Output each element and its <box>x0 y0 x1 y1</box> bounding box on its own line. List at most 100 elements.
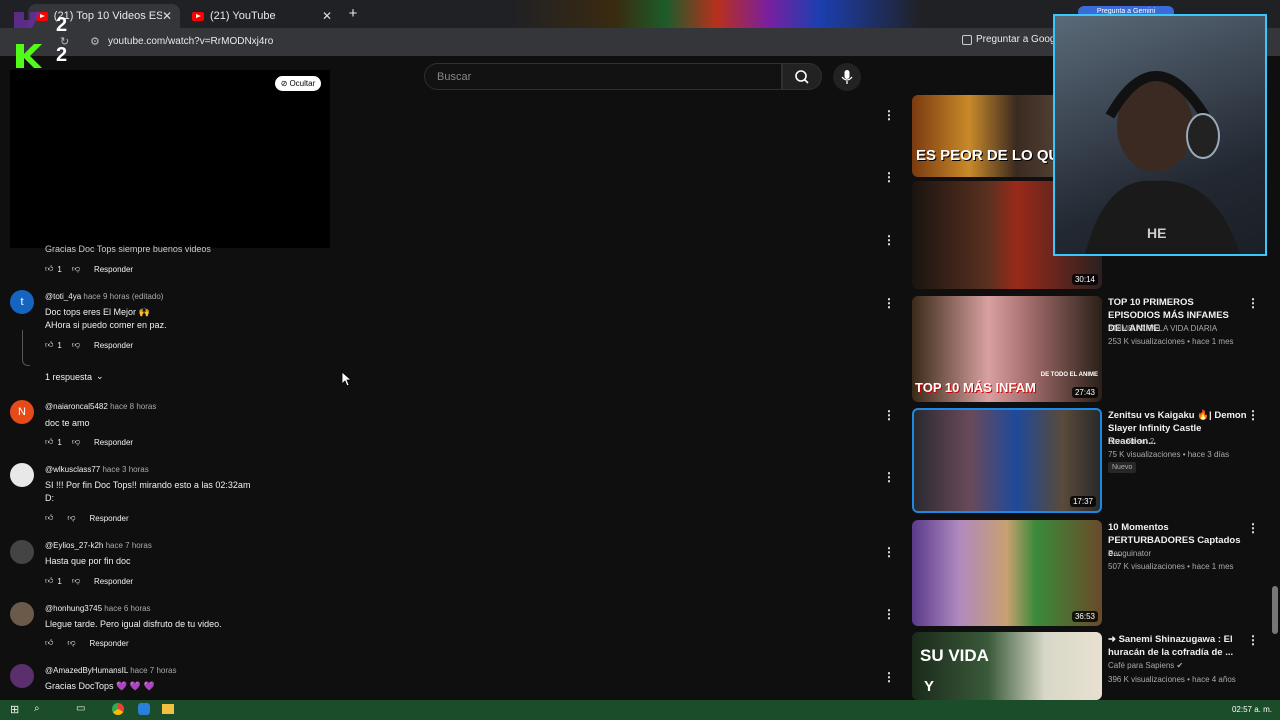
comment-header: @toti_4ya hace 9 horas (editado) <box>45 292 163 301</box>
comment-time: hace 9 horas (editado) <box>83 292 164 301</box>
more-options-icon[interactable]: ⋮ <box>883 408 895 422</box>
avatar[interactable] <box>10 664 34 688</box>
more-options-icon[interactable]: ⋮ <box>883 170 895 184</box>
thumbnail-subcaption: DE TODO EL ANIME <box>1040 372 1098 378</box>
mini-player[interactable] <box>10 70 330 248</box>
video-thumbnail[interactable]: 17:37 <box>912 408 1102 513</box>
taskbar: ⊞ ⌕ ▭ 02:57 a. m. <box>0 700 1280 720</box>
video-meta: 253 K visualizaciones • hace 1 mes <box>1108 337 1234 346</box>
like-icon[interactable]: 👍︎ <box>45 638 53 648</box>
like-icon[interactable]: 👍︎ <box>45 264 53 274</box>
reply-button[interactable]: Responder <box>94 577 133 586</box>
close-tab-icon[interactable]: ✕ <box>162 9 172 23</box>
comment-author[interactable]: @toti_4ya <box>45 292 81 301</box>
dislike-icon[interactable]: 👎︎ <box>67 513 75 523</box>
windows-start-icon[interactable]: ⊞ <box>10 703 19 716</box>
channel-name[interactable]: ANIME PARA LA VIDA DIARIA <box>1108 324 1217 333</box>
more-options-icon[interactable]: ⋮ <box>883 470 895 484</box>
comment-author[interactable]: @AmazedByHumansIL <box>45 666 128 675</box>
more-options-icon[interactable]: ⋮ <box>1247 408 1259 422</box>
voice-search-button[interactable] <box>833 63 861 91</box>
comment-actions: 👍︎ 👎︎ Responder <box>45 638 129 648</box>
thumbnail-caption: TOP 10 MÁS INFAM <box>915 380 1036 395</box>
like-count: 1 <box>57 576 62 586</box>
more-options-icon[interactable]: ⋮ <box>883 670 895 684</box>
comment-actions: 👍︎ 1 👎︎ Responder <box>45 264 133 274</box>
video-thumbnail[interactable]: SU VIDA Y <box>912 632 1102 700</box>
new-tab-button[interactable]: + <box>345 6 361 22</box>
overlay-count-bottom: 2 <box>56 44 68 66</box>
reply-button[interactable]: Responder <box>90 639 129 648</box>
like-icon[interactable]: 👍︎ <box>45 437 53 447</box>
close-tab-icon[interactable]: ✕ <box>322 9 332 23</box>
like-icon[interactable]: 👍︎ <box>45 340 53 350</box>
address-bar[interactable]: youtube.com/watch?v=RrMODNxj4ro <box>108 36 273 47</box>
comment-text: Gracias Doc Tops siempre buenos videos <box>45 244 211 254</box>
search-button[interactable] <box>782 63 822 90</box>
more-options-icon[interactable]: ⋮ <box>1247 633 1259 647</box>
thumbnail-subcaption: Y <box>924 678 935 695</box>
dislike-icon[interactable]: 👎︎ <box>72 576 80 586</box>
comment-text: Hasta que por fin doc <box>45 556 131 566</box>
replies-toggle[interactable]: 1 respuesta ⌄ <box>45 371 104 382</box>
tab-youtube[interactable]: (21) YouTube ✕ <box>184 4 340 28</box>
avatar[interactable]: N <box>10 400 34 424</box>
task-view-icon[interactable]: ▭ <box>76 703 85 714</box>
comment-text-line2: D: <box>45 493 54 503</box>
webcam-overlay: HE <box>1053 14 1267 256</box>
more-options-icon[interactable]: ⋮ <box>1247 521 1259 535</box>
comment-author[interactable]: @wlkusclass77 <box>45 465 100 474</box>
more-options-icon[interactable]: ⋮ <box>883 607 895 621</box>
more-options-icon[interactable]: ⋮ <box>1247 296 1259 310</box>
search-input[interactable] <box>435 64 765 89</box>
like-icon[interactable]: 👍︎ <box>45 576 53 586</box>
search-icon[interactable]: ⌕ <box>34 703 40 714</box>
dislike-icon[interactable]: 👎︎ <box>72 340 80 350</box>
page-scrollbar[interactable] <box>1270 56 1280 700</box>
comment-text: Doc tops eres El Mejor 🙌 <box>45 307 150 317</box>
reply-button[interactable]: Responder <box>94 341 133 350</box>
tab-title: (21) YouTube <box>210 10 276 22</box>
reply-button[interactable]: Responder <box>94 265 133 274</box>
dislike-icon[interactable]: 👎︎ <box>72 264 80 274</box>
more-options-icon[interactable]: ⋮ <box>883 108 895 122</box>
more-options-icon[interactable]: ⋮ <box>883 545 895 559</box>
like-icon[interactable]: 👍︎ <box>45 513 53 523</box>
more-options-icon[interactable]: ⋮ <box>883 296 895 310</box>
comment-author[interactable]: @Eylios_27-k2h <box>45 541 103 550</box>
more-options-icon[interactable]: ⋮ <box>883 233 895 247</box>
chrome-icon[interactable] <box>112 703 124 715</box>
channel-name[interactable]: Café para Sapiens ✔ <box>1108 661 1183 670</box>
ask-google-button[interactable]: Preguntar a Google <box>962 34 1063 45</box>
video-thumbnail[interactable]: 36:53 <box>912 520 1102 626</box>
site-info-icon[interactable]: ⚙ <box>90 35 100 48</box>
comment-header: @honhung3745 hace 6 horas <box>45 604 151 613</box>
channel-name[interactable]: Zero React 2 <box>1108 437 1154 446</box>
hide-button[interactable]: ⊘ Ocultar <box>275 76 321 91</box>
new-badge: Nuevo <box>1108 462 1137 473</box>
comment-time: hace 3 horas <box>102 465 149 474</box>
comment-time: hace 6 horas <box>104 604 151 613</box>
mouse-cursor-icon <box>341 371 353 387</box>
avatar[interactable] <box>10 602 34 626</box>
dislike-icon[interactable]: 👎︎ <box>72 437 80 447</box>
video-title[interactable]: ➜ Sanemi Shinazugawa : El huracán de la … <box>1108 633 1248 659</box>
app-icon[interactable] <box>138 703 150 715</box>
comment-author[interactable]: @naiaroncal5482 <box>45 402 108 411</box>
comment-text: SI !!! Por fin Doc Tops!! mirando esto a… <box>45 480 251 490</box>
channel-name[interactable]: Penguinator <box>1108 549 1151 558</box>
tab-title: (21) Top 10 Videos ESCALOFRIA <box>53 10 162 22</box>
avatar[interactable] <box>10 463 34 487</box>
video-thumbnail[interactable]: DE TODO EL ANIME TOP 10 MÁS INFAM 27:43 <box>912 296 1102 402</box>
file-explorer-icon[interactable] <box>162 704 174 714</box>
video-duration: 36:53 <box>1071 611 1098 622</box>
avatar[interactable] <box>10 540 34 564</box>
reply-button[interactable]: Responder <box>94 438 133 447</box>
scrollbar-thumb[interactable] <box>1272 586 1278 634</box>
comment-author[interactable]: @honhung3745 <box>45 604 102 613</box>
svg-text:HE: HE <box>1147 225 1166 241</box>
reply-button[interactable]: Responder <box>90 514 129 523</box>
dislike-icon[interactable]: 👎︎ <box>67 638 75 648</box>
avatar[interactable]: t <box>10 290 34 314</box>
overlay-count-top: 2 <box>56 14 68 36</box>
